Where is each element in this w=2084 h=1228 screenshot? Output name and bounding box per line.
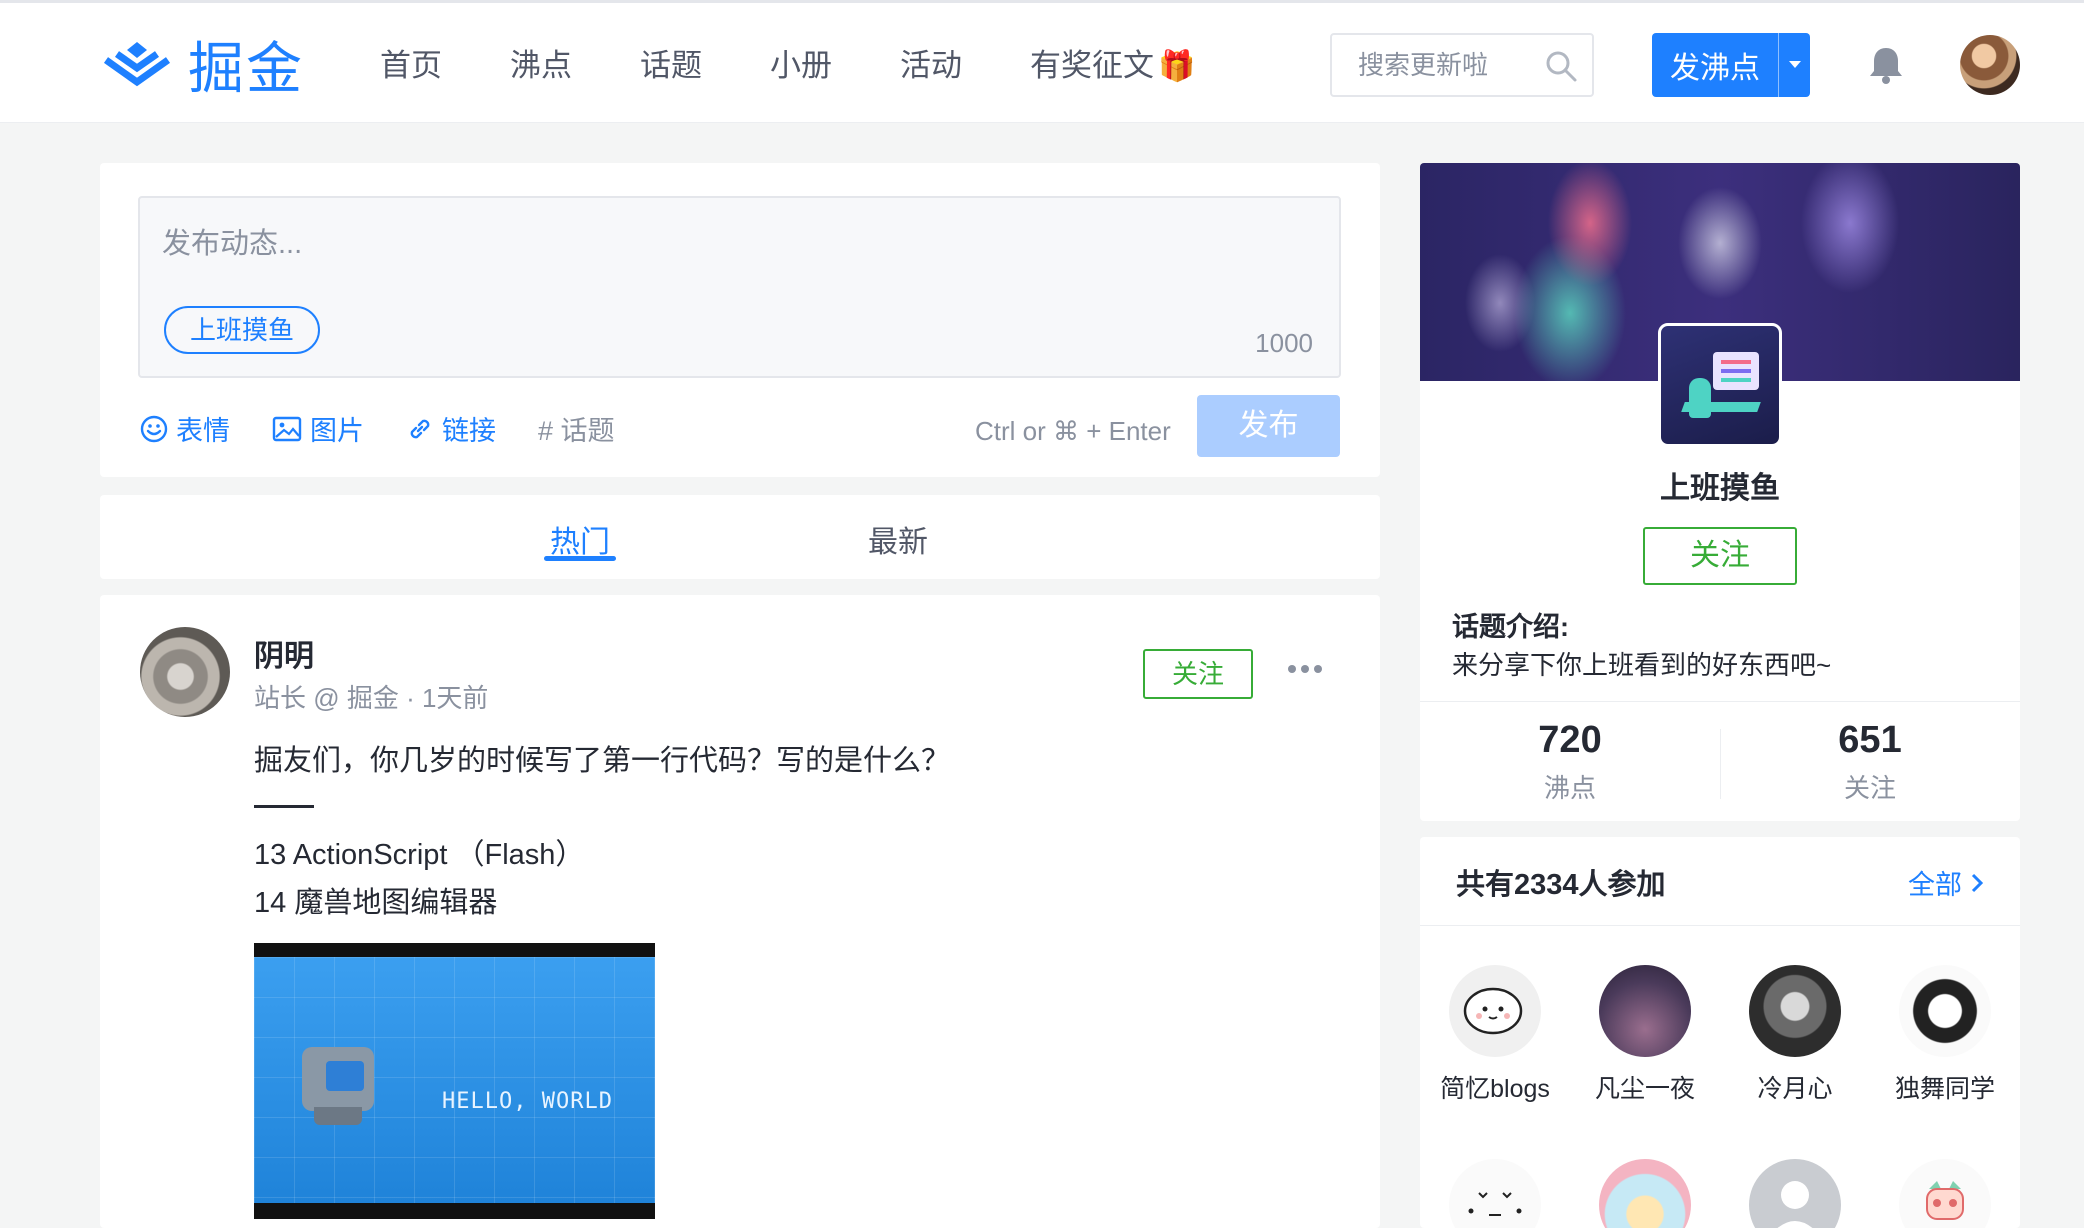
participant-avatar bbox=[1749, 965, 1841, 1057]
participant-avatar bbox=[1899, 965, 1991, 1057]
topic-cover-image bbox=[1658, 323, 1782, 447]
image-button[interactable]: 图片 bbox=[272, 409, 364, 448]
image-label: 图片 bbox=[310, 416, 364, 446]
composer-editor[interactable]: 发布动态... 上班摸鱼 1000 bbox=[138, 196, 1341, 378]
participant-avatar bbox=[1599, 965, 1691, 1057]
participant-name: 独舞同学 bbox=[1894, 1075, 1995, 1103]
user-avatar[interactable] bbox=[1960, 35, 2020, 95]
stat-followers-count: 651 bbox=[1838, 719, 1902, 761]
participant-name: 凡尘一夜 bbox=[1594, 1075, 1695, 1103]
char-count: 1000 bbox=[1255, 328, 1313, 358]
post-pin-label: 发沸点 bbox=[1670, 52, 1760, 85]
selected-topic-tag[interactable]: 上班摸鱼 bbox=[164, 306, 321, 354]
participant-item[interactable] bbox=[1720, 1159, 1870, 1228]
top-header: 掘金 首页 沸点 话题 小册 活动 有奖征文🎁 发沸点 bbox=[0, 0, 2084, 123]
participants-card: 共有2334人参加 全部 简忆blogs 凡尘一夜 冷月心 独舞同学 bbox=[1420, 837, 2020, 1228]
participant-avatar bbox=[1449, 1159, 1541, 1228]
juejin-logo-icon bbox=[103, 42, 171, 87]
follow-topic-button[interactable]: 关注 bbox=[1643, 527, 1797, 585]
juejin-logo[interactable]: 掘金 bbox=[100, 29, 304, 102]
stat-followers: 651 关注 bbox=[1720, 719, 2020, 805]
participant-item[interactable]: 冷月心 bbox=[1720, 965, 1870, 1105]
nav-events[interactable]: 活动 bbox=[900, 43, 962, 90]
default-avatar-icon bbox=[1749, 1159, 1841, 1228]
search-icon[interactable] bbox=[1544, 49, 1578, 83]
image-scene: HELLO, WORLD bbox=[254, 957, 655, 1203]
robot-illustration bbox=[302, 1047, 374, 1125]
search-box bbox=[1330, 33, 1594, 97]
topic-label: # 话题 bbox=[538, 416, 615, 446]
composer-placeholder: 发布动态... bbox=[162, 228, 303, 260]
gift-icon: 🎁 bbox=[1158, 50, 1196, 83]
participant-item[interactable] bbox=[1420, 1159, 1570, 1228]
view-all-link[interactable]: 全部 bbox=[1908, 863, 1986, 902]
emoji-button[interactable]: 表情 bbox=[140, 409, 230, 448]
more-icon[interactable] bbox=[1288, 665, 1327, 673]
post-line: 13 ActionScript （Flash） bbox=[254, 839, 585, 871]
tab-hot[interactable]: 热门 bbox=[550, 517, 610, 561]
chevron-right-icon bbox=[1971, 873, 1984, 892]
participants-divider bbox=[1420, 925, 2020, 926]
nav-books[interactable]: 小册 bbox=[770, 43, 832, 90]
topic-info-card: 上班摸鱼 关注 话题介绍: 来分享下你上班看到的好东西吧~ 720 沸点 651… bbox=[1420, 163, 2020, 821]
author-name[interactable]: 阴明 bbox=[254, 631, 314, 675]
image-caption: HELLO, WORLD bbox=[442, 1089, 613, 1114]
main-nav: 首页 沸点 话题 小册 活动 有奖征文 🎁 bbox=[380, 43, 1263, 90]
post-content: 掘友们，你几岁的时候写了第一行代码？写的是什么？ bbox=[254, 745, 951, 777]
participants-title: 共有2334人参加 bbox=[1456, 869, 1666, 901]
pin-card: 阴明 站长 @ 掘金 · 1天前 关注 掘友们，你几岁的时候写了第一行代码？写的… bbox=[100, 595, 1380, 1228]
participant-item[interactable] bbox=[1870, 1159, 2020, 1228]
participant-avatar bbox=[1599, 1159, 1691, 1228]
stat-pins: 720 沸点 bbox=[1420, 719, 1720, 805]
participant-item[interactable] bbox=[1570, 1159, 1720, 1228]
topic-intro-text: 来分享下你上班看到的好东西吧~ bbox=[1452, 650, 1832, 680]
participant-item[interactable]: 凡尘一夜 bbox=[1570, 965, 1720, 1105]
topic-button[interactable]: # 话题 bbox=[538, 409, 615, 448]
link-button[interactable]: 链接 bbox=[406, 409, 496, 448]
link-label: 链接 bbox=[442, 416, 496, 446]
author-meta: 站长 @ 掘金 · 1天前 bbox=[254, 683, 489, 713]
follow-author-button[interactable]: 关注 bbox=[1143, 649, 1253, 699]
post-image[interactable]: HELLO, WORLD bbox=[254, 943, 655, 1219]
participant-item[interactable]: 简忆blogs bbox=[1420, 965, 1570, 1105]
topic-title: 上班摸鱼 bbox=[1660, 472, 1780, 505]
tab-latest[interactable]: 最新 bbox=[868, 517, 928, 561]
active-tab-indicator bbox=[544, 556, 616, 561]
stat-pins-label: 沸点 bbox=[1543, 773, 1596, 803]
participant-item[interactable]: 独舞同学 bbox=[1870, 965, 2020, 1105]
nav-home[interactable]: 首页 bbox=[380, 43, 442, 90]
stat-followers-label: 关注 bbox=[1843, 773, 1896, 803]
link-icon bbox=[410, 419, 430, 438]
content-divider bbox=[254, 805, 314, 808]
view-all-label: 全部 bbox=[1908, 870, 1962, 900]
nav-contest[interactable]: 有奖征文 🎁 bbox=[1030, 43, 1195, 90]
participant-name: 冷月心 bbox=[1757, 1075, 1833, 1103]
publish-button[interactable]: 发布 bbox=[1197, 395, 1340, 457]
nav-contest-label: 有奖征文 bbox=[1030, 48, 1154, 83]
caret-down-icon[interactable] bbox=[1778, 33, 1810, 97]
participant-avatar bbox=[1899, 1159, 1991, 1228]
logo-text: 掘金 bbox=[188, 36, 304, 102]
search-input[interactable] bbox=[1334, 37, 1534, 93]
nav-pins[interactable]: 沸点 bbox=[510, 43, 572, 90]
pin-composer: 发布动态... 上班摸鱼 1000 表情 图片 链接 # 话题 Ctrl or … bbox=[100, 163, 1380, 477]
composer-toolbar: 表情 图片 链接 # 话题 bbox=[140, 409, 657, 448]
smiley-icon bbox=[140, 415, 168, 442]
bell-icon[interactable] bbox=[1868, 45, 1904, 85]
author-avatar[interactable] bbox=[140, 627, 230, 717]
nav-topics[interactable]: 话题 bbox=[640, 43, 702, 90]
emoji-label: 表情 bbox=[176, 416, 230, 446]
participant-name: 简忆blogs bbox=[1440, 1075, 1550, 1103]
participant-avatar bbox=[1449, 965, 1541, 1057]
feed-tabs: 热门 最新 bbox=[100, 495, 1380, 579]
post-pin-button[interactable]: 发沸点 bbox=[1652, 33, 1810, 97]
stats-divider bbox=[1420, 701, 2020, 702]
shortcut-hint: Ctrl or ⌘ + Enter bbox=[975, 416, 1171, 446]
image-icon bbox=[272, 416, 302, 441]
topic-intro-heading: 话题介绍: bbox=[1452, 612, 1569, 642]
post-line: 14 魔兽地图编辑器 bbox=[254, 887, 498, 919]
stat-pins-count: 720 bbox=[1538, 719, 1602, 761]
